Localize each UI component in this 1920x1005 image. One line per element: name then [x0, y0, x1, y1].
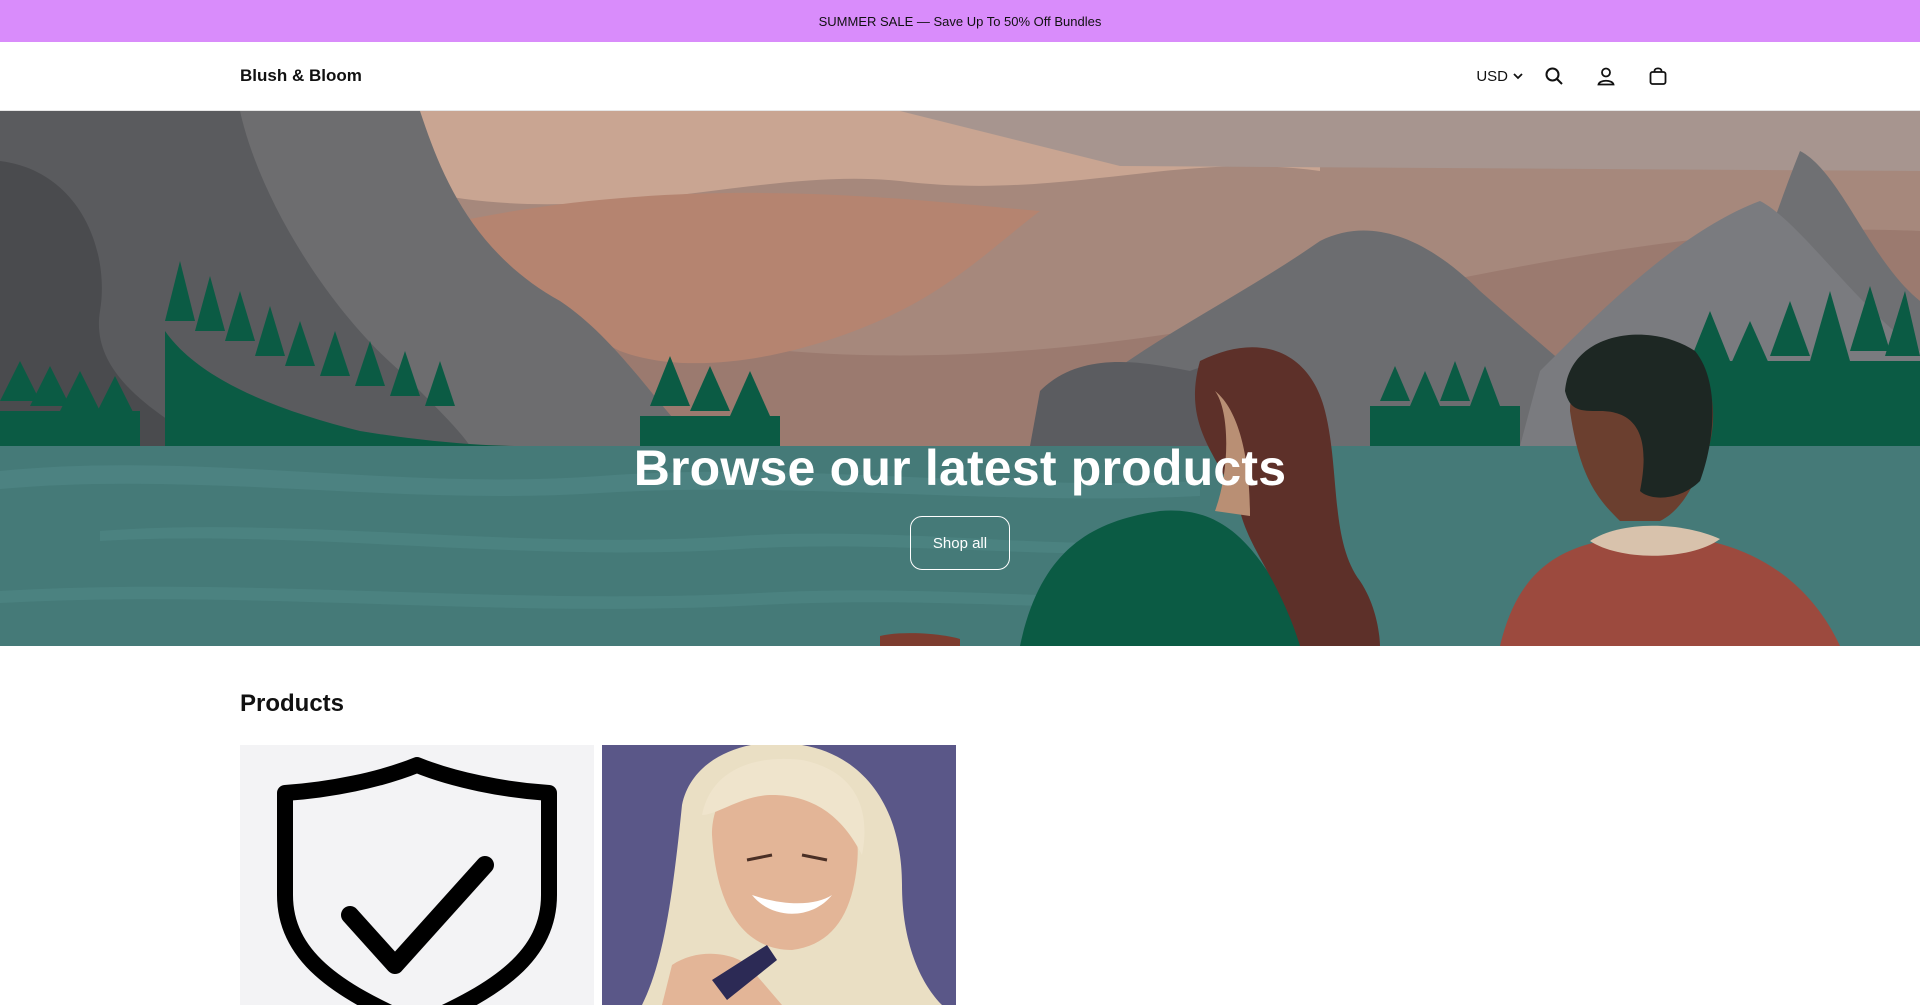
site-header: Blush & Bloom USD	[0, 42, 1920, 111]
currency-selector[interactable]: USD	[1476, 68, 1524, 85]
account-icon[interactable]	[1594, 64, 1618, 88]
announcement-bar: SUMMER SALE — Save Up To 50% Off Bundles	[0, 0, 1920, 42]
product-card[interactable]	[240, 745, 594, 1005]
hero-banner: Browse our latest products Shop all	[0, 111, 1920, 646]
products-section-heading: Products	[240, 690, 344, 718]
product-card[interactable]	[602, 745, 956, 1005]
currency-label: USD	[1476, 67, 1508, 85]
header-actions: USD	[1476, 42, 1670, 110]
chevron-down-icon	[1513, 73, 1523, 80]
hero-content: Browse our latest products Shop all	[0, 441, 1920, 570]
shop-all-button[interactable]: Shop all	[910, 516, 1010, 570]
search-icon[interactable]	[1542, 64, 1566, 88]
hero-title: Browse our latest products	[633, 440, 1287, 496]
woman-smiling-photo	[602, 745, 956, 1005]
product-grid	[240, 745, 956, 1005]
products-title: Products	[240, 690, 345, 717]
cart-icon[interactable]	[1646, 64, 1670, 88]
announcement-text: SUMMER SALE — Save Up To 50% Off Bundles	[818, 13, 1102, 29]
shield-check-icon	[277, 757, 557, 1005]
brand-logo[interactable]: Blush & Bloom	[240, 66, 362, 86]
